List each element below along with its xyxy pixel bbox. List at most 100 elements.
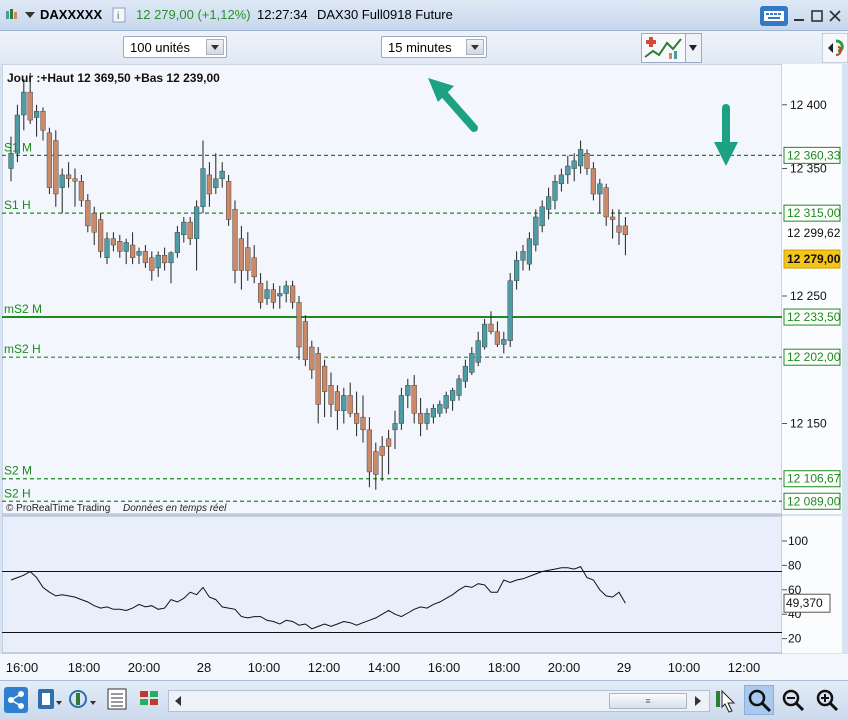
- price-axis-label: 12 150: [790, 416, 827, 430]
- interval-select[interactable]: 15 minutes: [381, 36, 487, 58]
- auto-zoom-icon[interactable]: [744, 685, 774, 715]
- candle-body: [373, 451, 379, 475]
- chart-window-icon[interactable]: [4, 7, 20, 23]
- level-price-label: 12 360,33: [787, 148, 841, 162]
- candle-body: [40, 110, 46, 131]
- candle-body: [552, 181, 558, 201]
- candle-body: [584, 153, 590, 169]
- candle-body: [514, 260, 520, 281]
- horizontal-scrollbar[interactable]: ≡: [168, 690, 710, 712]
- candle-body: [27, 91, 33, 121]
- time-axis-label: 18:00: [68, 660, 101, 675]
- symbol-label[interactable]: DAXXXXX: [40, 7, 102, 22]
- indicators-button[interactable]: [641, 33, 703, 63]
- close-icon[interactable]: [828, 9, 842, 23]
- zoom-out-icon[interactable]: [780, 687, 806, 713]
- candle-body: [610, 216, 616, 220]
- candle-body: [129, 244, 136, 258]
- candle-body: [219, 170, 225, 179]
- level-price-label: 12 233,50: [787, 310, 841, 324]
- last-price-label: 12 279,00: [787, 252, 841, 266]
- candle-body: [302, 321, 309, 360]
- price-axis-label: 12 250: [790, 289, 827, 303]
- candle-body: [328, 385, 334, 405]
- candle-body: [546, 196, 552, 210]
- candle-body: [411, 385, 417, 414]
- chart-toolbar: 100 unités 15 minutes: [0, 31, 848, 64]
- candle-body: [251, 257, 257, 278]
- current-price-label: 12 299,62: [787, 226, 841, 240]
- candle-body: [360, 416, 366, 431]
- level-price-label: 12 202,00: [787, 350, 841, 364]
- zoom-in-icon[interactable]: [814, 687, 840, 713]
- candle-body: [264, 289, 270, 299]
- candle-body: [161, 255, 168, 264]
- candle-body: [405, 385, 411, 396]
- time-axis-label: 10:00: [248, 660, 281, 675]
- info-icon[interactable]: i: [112, 7, 126, 23]
- candle-body: [232, 209, 238, 271]
- candle-body: [334, 391, 341, 411]
- candle-body: [258, 283, 264, 303]
- support-level-name: mS2 M: [4, 302, 42, 316]
- candle-body: [85, 200, 91, 227]
- scroll-right-icon[interactable]: [691, 693, 705, 709]
- candle-body: [520, 251, 526, 261]
- candle-body: [526, 238, 533, 265]
- share-icon[interactable]: [4, 687, 28, 713]
- candle-body: [72, 178, 78, 182]
- support-level-name: S1 M: [4, 140, 32, 154]
- chevron-down-icon[interactable]: [466, 39, 484, 55]
- indicator-value-label: 49,370: [786, 596, 823, 610]
- scroll-thumb[interactable]: ≡: [609, 693, 687, 709]
- candle-body: [123, 242, 129, 252]
- interval-select-value: 15 minutes: [388, 40, 452, 55]
- candle-body: [110, 238, 117, 246]
- maximize-icon[interactable]: [810, 9, 824, 23]
- bottom-toolbar: ≡: [0, 680, 848, 720]
- candle-body: [558, 174, 565, 185]
- chart-area[interactable]: 12 150 12 250 12 350 12 400 20 40 60 80 100 49,3…: [1, 63, 842, 654]
- time-axis-label: 18:00: [488, 660, 521, 675]
- price-axis-label: 12 400: [790, 98, 827, 112]
- candle-body: [424, 413, 430, 424]
- layout-icon[interactable]: [36, 687, 64, 713]
- candle-body: [322, 365, 328, 392]
- cursor-tool-icon[interactable]: [714, 687, 740, 713]
- candle-body: [462, 365, 469, 382]
- candle-body: [603, 187, 609, 218]
- chevron-down-icon[interactable]: [206, 39, 224, 55]
- svg-text:i: i: [117, 11, 119, 22]
- time-axis-label: 14:00: [368, 660, 401, 675]
- candle-body: [34, 110, 40, 118]
- candle-body: [315, 353, 321, 405]
- time-axis-label: 12:00: [728, 660, 761, 675]
- keyboard-icon[interactable]: [760, 6, 788, 26]
- list-icon[interactable]: [106, 687, 128, 713]
- units-select[interactable]: 100 unités: [123, 36, 227, 58]
- minimize-icon[interactable]: [792, 9, 806, 23]
- menu-dropdown-icon[interactable]: [24, 10, 36, 20]
- candle-body: [97, 219, 104, 252]
- candle-body: [104, 238, 110, 258]
- level-price-label: 12 106,67: [787, 472, 841, 486]
- window-title-bar: DAXXXXX i 12 279,00 (+1,12%) 12:27:34 DA…: [0, 0, 848, 31]
- side-panel-toggle-icon[interactable]: [822, 33, 848, 63]
- chart-type-icon[interactable]: [68, 687, 98, 713]
- candle-body: [565, 165, 571, 176]
- candle-body: [501, 339, 507, 345]
- candle-body: [149, 257, 155, 271]
- candle-body: [238, 238, 245, 271]
- daily-high-low-label: Jour :+Haut 12 369,50 +Bas 12 239,00: [7, 71, 220, 85]
- candle-body: [450, 390, 456, 401]
- candle-body: [571, 160, 577, 169]
- candle-body: [616, 225, 622, 233]
- price-chart[interactable]: 12 15012 25012 35012 400 2040608010049,3…: [1, 63, 842, 654]
- candle-body: [142, 251, 149, 264]
- realtime-note: Données en temps réel: [123, 503, 227, 514]
- candle-body: [206, 174, 213, 195]
- candle-body: [225, 181, 232, 220]
- candle-body: [200, 168, 206, 207]
- scroll-left-icon[interactable]: [171, 693, 185, 709]
- drawing-tools-icon[interactable]: [138, 687, 162, 713]
